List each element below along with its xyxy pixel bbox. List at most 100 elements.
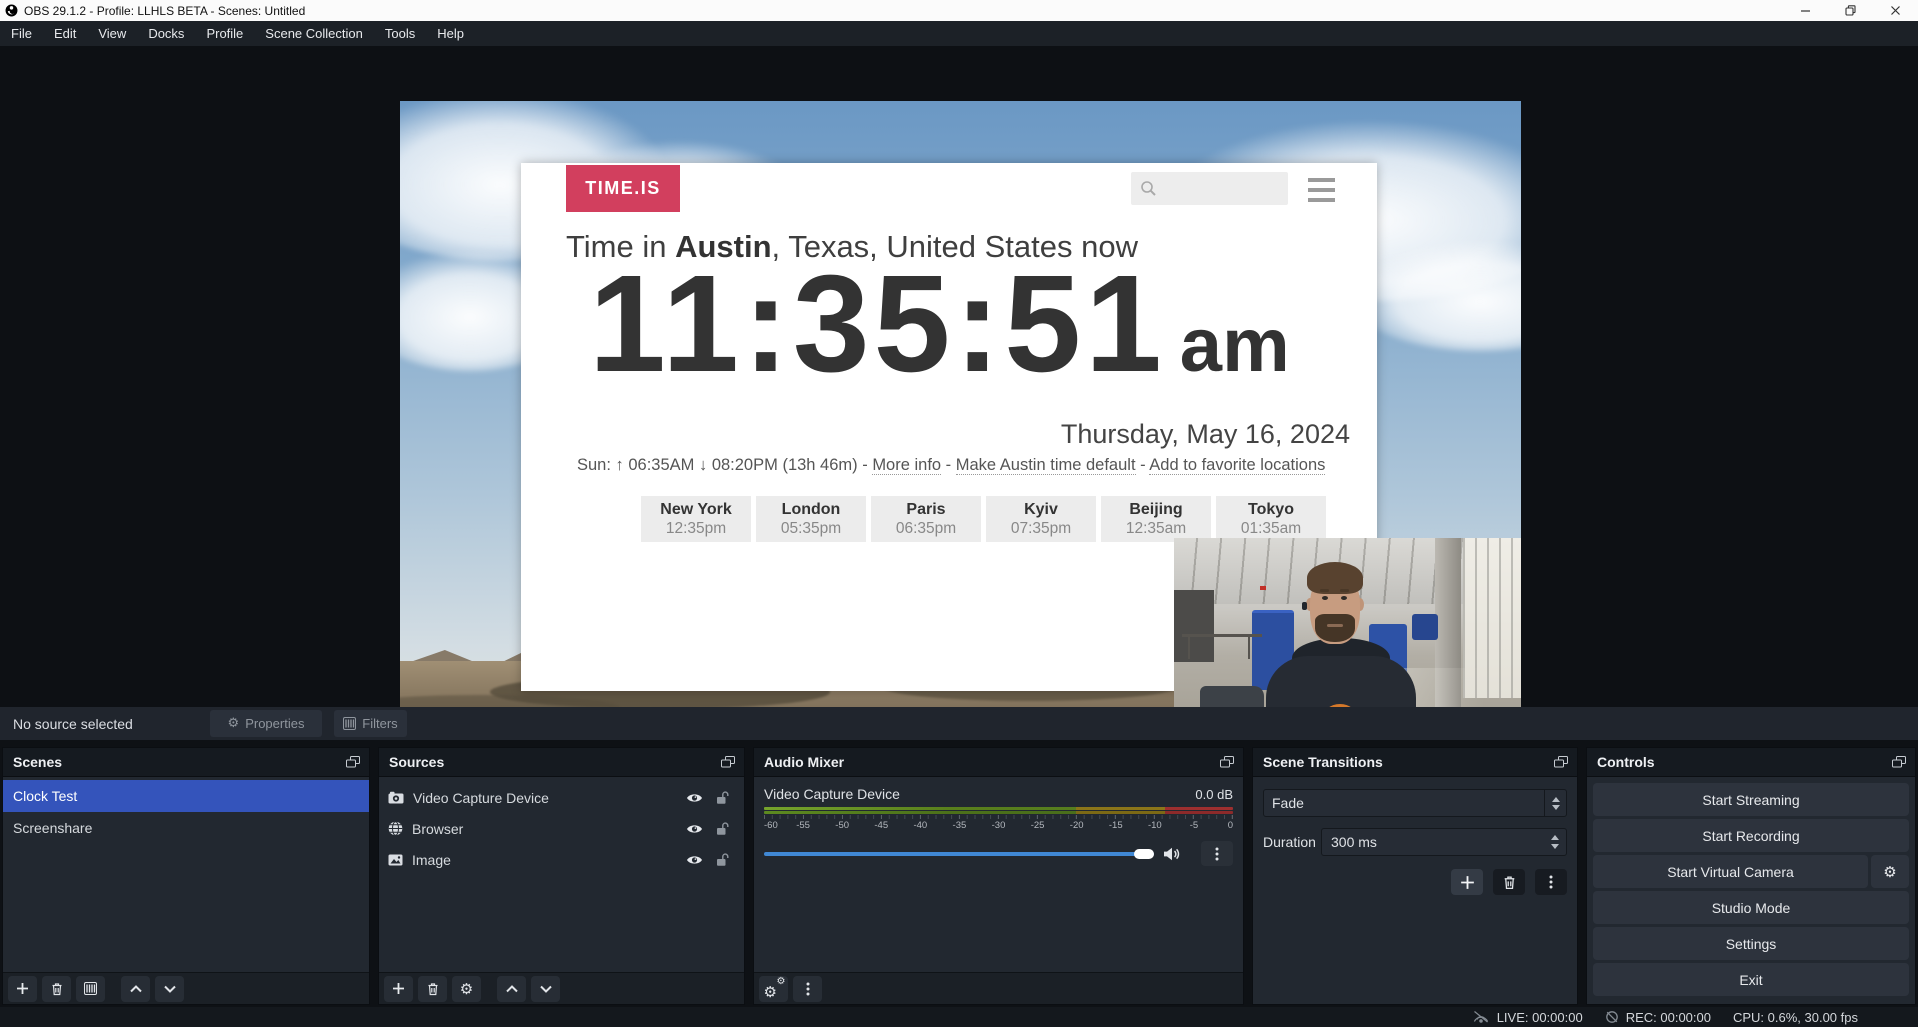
current-time: 11:35:51 am bbox=[589, 249, 1290, 401]
transition-properties-button[interactable] bbox=[1535, 869, 1567, 895]
popout-dock-icon[interactable] bbox=[1220, 756, 1234, 768]
blue-booth bbox=[1412, 614, 1438, 640]
hamburger-menu-icon[interactable] bbox=[1308, 178, 1335, 202]
menu-help[interactable]: Help bbox=[426, 21, 475, 46]
stream-inactive-icon bbox=[1472, 1010, 1490, 1024]
sources-panel-title: Sources bbox=[389, 754, 444, 770]
plus-icon bbox=[392, 982, 405, 995]
visibility-eye-icon[interactable] bbox=[686, 792, 703, 804]
restore-button[interactable] bbox=[1828, 0, 1873, 21]
popout-dock-icon[interactable] bbox=[346, 756, 360, 768]
menu-scene-collection[interactable]: Scene Collection bbox=[254, 21, 374, 46]
filters-button[interactable]: Filters bbox=[334, 710, 407, 737]
scene-item-clock-test[interactable]: Clock Test bbox=[3, 780, 369, 812]
person-mouth bbox=[1327, 624, 1343, 627]
scene-filters-button[interactable] bbox=[76, 976, 105, 1002]
add-scene-button[interactable] bbox=[8, 976, 37, 1002]
scenes-panel-title: Scenes bbox=[13, 754, 62, 770]
audio-mixer-panel: Audio Mixer Video Capture Device 0.0 dB … bbox=[753, 747, 1244, 1005]
lock-unlocked-icon[interactable] bbox=[716, 822, 729, 836]
move-scene-up-button[interactable] bbox=[121, 976, 150, 1002]
add-source-button[interactable] bbox=[384, 976, 413, 1002]
add-favorite-link[interactable]: Add to favorite locations bbox=[1149, 456, 1325, 475]
popout-dock-icon[interactable] bbox=[1892, 756, 1906, 768]
world-clock-beijing[interactable]: Beijing 12:35am bbox=[1101, 496, 1211, 542]
world-clock-newyork[interactable]: New York 12:35pm bbox=[641, 496, 751, 542]
scene-transitions-panel: Scene Transitions Fade Duration 300 ms bbox=[1252, 747, 1578, 1005]
popout-dock-icon[interactable] bbox=[721, 756, 735, 768]
trash-icon bbox=[1502, 875, 1517, 890]
source-item-image[interactable]: Image bbox=[379, 844, 744, 875]
source-item-browser[interactable]: Browser bbox=[379, 813, 744, 844]
source-item-video-capture[interactable]: Video Capture Device bbox=[379, 782, 744, 813]
office-table bbox=[1182, 634, 1262, 637]
mixer-options-button[interactable] bbox=[1201, 841, 1233, 866]
controls-panel: Controls Start Streaming Start Recording… bbox=[1586, 747, 1916, 1005]
menu-file[interactable]: File bbox=[0, 21, 43, 46]
lock-unlocked-icon[interactable] bbox=[716, 791, 729, 805]
move-scene-down-button[interactable] bbox=[155, 976, 184, 1002]
world-clock-tokyo[interactable]: Tokyo 01:35am bbox=[1216, 496, 1326, 542]
move-source-up-button[interactable] bbox=[497, 976, 526, 1002]
world-clock-london[interactable]: London 05:35pm bbox=[756, 496, 866, 542]
cpu-fps-stats: CPU: 0.6%, 30.00 fps bbox=[1733, 1010, 1858, 1025]
minimize-button[interactable] bbox=[1783, 0, 1828, 21]
search-input[interactable] bbox=[1131, 172, 1288, 205]
settings-button[interactable]: Settings bbox=[1593, 927, 1909, 960]
sun-info-line: Sun: ↑ 06:35AM ↓ 08:20PM (13h 46m) - Mor… bbox=[577, 456, 1325, 475]
menu-profile[interactable]: Profile bbox=[195, 21, 254, 46]
table-leg bbox=[1248, 637, 1250, 659]
gear-icon: ⚙ bbox=[460, 980, 473, 998]
menu-docks[interactable]: Docks bbox=[137, 21, 195, 46]
person-eyebrow bbox=[1340, 589, 1349, 592]
world-clock-paris[interactable]: Paris 06:35pm bbox=[871, 496, 981, 542]
combo-arrows bbox=[1544, 790, 1566, 816]
office-door bbox=[1174, 590, 1214, 662]
start-virtual-camera-button[interactable]: Start Virtual Camera bbox=[1593, 855, 1868, 888]
preview-canvas[interactable]: TIME.IS Time in Austin, Texas, United St… bbox=[400, 101, 1521, 735]
current-date: Thursday, May 16, 2024 bbox=[1061, 419, 1350, 450]
move-source-down-button[interactable] bbox=[531, 976, 560, 1002]
menu-edit[interactable]: Edit bbox=[43, 21, 87, 46]
virtual-camera-settings-button[interactable]: ⚙ bbox=[1871, 855, 1909, 888]
remove-scene-button[interactable] bbox=[42, 976, 71, 1002]
speaker-icon[interactable] bbox=[1163, 847, 1181, 861]
kebab-menu-icon bbox=[1215, 847, 1219, 861]
chevron-up-icon bbox=[1552, 797, 1560, 802]
volume-slider-handle[interactable] bbox=[1134, 849, 1154, 859]
transitions-panel-title: Scene Transitions bbox=[1263, 754, 1383, 770]
timeis-logo[interactable]: TIME.IS bbox=[566, 165, 680, 212]
menu-view[interactable]: View bbox=[87, 21, 137, 46]
menu-tools[interactable]: Tools bbox=[374, 21, 426, 46]
world-clock-kyiv[interactable]: Kyiv 07:35pm bbox=[986, 496, 1096, 542]
time-digits: 11:35:51 bbox=[589, 249, 1166, 401]
advanced-audio-button[interactable]: ⚙⚙ bbox=[759, 976, 788, 1002]
popout-dock-icon[interactable] bbox=[1554, 756, 1568, 768]
scene-item-screenshare[interactable]: Screenshare bbox=[3, 812, 369, 844]
add-transition-button[interactable] bbox=[1451, 869, 1483, 895]
visibility-eye-icon[interactable] bbox=[686, 823, 703, 835]
make-default-link[interactable]: Make Austin time default bbox=[956, 456, 1136, 475]
start-recording-button[interactable]: Start Recording bbox=[1593, 819, 1909, 852]
spinner-arrows[interactable] bbox=[1551, 835, 1559, 849]
double-gear-icon: ⚙⚙ bbox=[764, 980, 784, 998]
kebab-menu-icon bbox=[1549, 875, 1553, 889]
source-properties-button[interactable]: ⚙ bbox=[452, 976, 481, 1002]
more-info-link[interactable]: More info bbox=[872, 456, 941, 475]
properties-button[interactable]: ⚙ Properties bbox=[210, 710, 322, 737]
remove-transition-button[interactable] bbox=[1493, 869, 1525, 895]
duration-input[interactable]: 300 ms bbox=[1321, 828, 1567, 856]
close-button[interactable] bbox=[1873, 0, 1918, 21]
mixer-toolbar-options-button[interactable] bbox=[793, 976, 822, 1002]
transition-select[interactable]: Fade bbox=[1263, 789, 1567, 817]
exit-button[interactable]: Exit bbox=[1593, 963, 1909, 996]
person-eye bbox=[1322, 596, 1328, 600]
studio-mode-button[interactable]: Studio Mode bbox=[1593, 891, 1909, 924]
lock-unlocked-icon[interactable] bbox=[716, 853, 729, 867]
volume-slider[interactable] bbox=[764, 852, 1154, 856]
preview-background: TIME.IS Time in Austin, Texas, United St… bbox=[0, 46, 1918, 707]
remove-source-button[interactable] bbox=[418, 976, 447, 1002]
start-streaming-button[interactable]: Start Streaming bbox=[1593, 783, 1909, 816]
visibility-eye-icon[interactable] bbox=[686, 854, 703, 866]
webcam-overlay[interactable] bbox=[1174, 538, 1521, 735]
